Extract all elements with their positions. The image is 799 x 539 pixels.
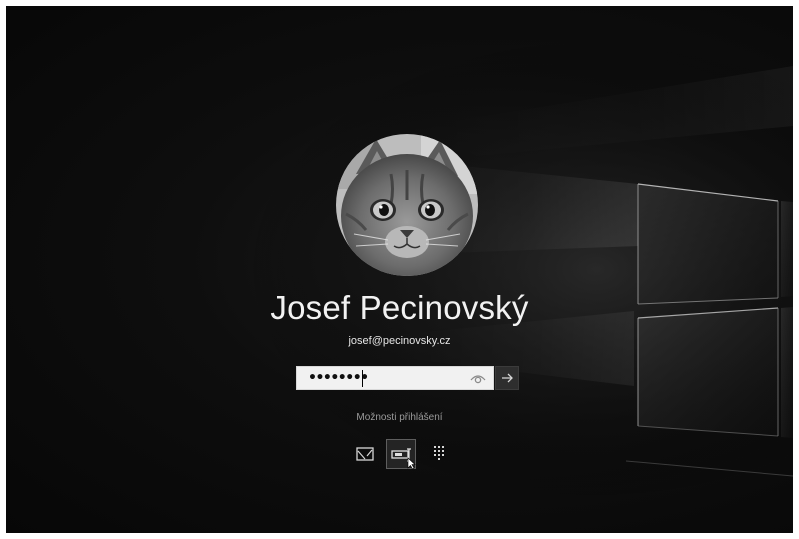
lock-screen: Josef Pecinovský josef@pecinovsky.cz •••…	[6, 6, 793, 533]
signin-options-label: Možnosti přihlášení	[356, 412, 443, 423]
pin-keypad-icon	[434, 446, 444, 460]
password-option[interactable]	[386, 439, 416, 470]
cat-avatar	[336, 134, 478, 276]
arrow-right-icon	[502, 373, 513, 383]
user-name: Josef Pecinovský	[270, 289, 529, 326]
text-caret	[362, 370, 363, 387]
picture-password-option[interactable]	[350, 439, 380, 469]
password-key-icon	[391, 448, 416, 470]
user-email: josef@pecinovsky.cz	[348, 335, 451, 347]
eye-icon[interactable]	[469, 371, 487, 386]
password-input[interactable]: ••••••••	[296, 366, 494, 390]
pin-option[interactable]	[424, 439, 454, 469]
user-avatar	[336, 134, 478, 276]
submit-button[interactable]	[495, 366, 519, 390]
picture-password-icon	[356, 447, 374, 461]
password-masked-value: ••••••••	[308, 370, 369, 386]
